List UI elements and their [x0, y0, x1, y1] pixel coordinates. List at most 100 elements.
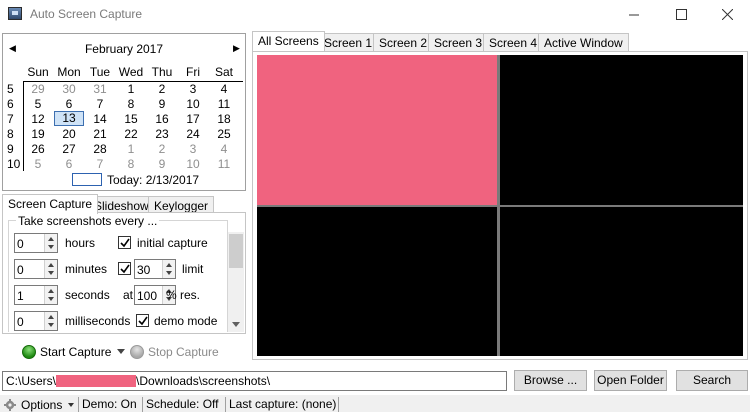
month-calendar[interactable]: ◀ February 2017 ▶ Sun Mon Tue Wed Thu Fr…	[2, 33, 246, 191]
limit-spin-buttons[interactable]	[162, 260, 175, 278]
screen-4-preview[interactable]	[500, 207, 743, 356]
options-scrollbar[interactable]	[228, 232, 244, 332]
limit-stepper[interactable]: 30	[134, 259, 176, 279]
calendar-day[interactable]: 8	[116, 97, 146, 112]
calendar-day[interactable]: 6	[54, 97, 84, 112]
calendar-day[interactable]: 16	[147, 112, 177, 127]
calendar-day[interactable]: 8	[116, 157, 146, 172]
calendar-day[interactable]: 28	[85, 142, 115, 157]
calendar-day[interactable]: 5	[23, 157, 53, 172]
calendar-day[interactable]: 3	[178, 142, 208, 157]
maximize-icon	[675, 9, 687, 20]
calendar-day[interactable]: 2	[147, 82, 177, 97]
calendar-day[interactable]: 10	[178, 97, 208, 112]
spin-down-icon	[48, 323, 54, 327]
calendar-day[interactable]: 1	[116, 82, 146, 97]
calendar-day[interactable]: 1	[116, 142, 146, 157]
day-header: Sun	[27, 65, 49, 79]
calendar-day[interactable]: 26	[23, 142, 53, 157]
next-month-button[interactable]: ▶	[233, 43, 240, 54]
options-menu[interactable]: Options	[21, 398, 62, 412]
chevron-down-icon[interactable]	[117, 349, 125, 354]
calendar-day[interactable]: 14	[85, 112, 115, 127]
scrollbar-thumb[interactable]	[229, 234, 243, 268]
limit-value: 30	[137, 263, 151, 277]
calendar-day[interactable]: 27	[54, 142, 84, 157]
seconds-label: seconds	[65, 288, 110, 302]
calendar-day[interactable]: 2	[147, 142, 177, 157]
calendar-day[interactable]: 4	[209, 142, 239, 157]
calendar-day[interactable]: 20	[54, 127, 84, 142]
interval-group-label: Take screenshots every ...	[16, 214, 160, 228]
limit-checkbox[interactable]	[118, 262, 131, 275]
hours-spin-buttons[interactable]	[44, 234, 57, 252]
chevron-down-icon[interactable]	[68, 403, 74, 407]
initial-capture-checkbox[interactable]	[118, 236, 131, 249]
calendar-day[interactable]: 6	[54, 157, 84, 172]
search-button[interactable]: Search	[676, 370, 748, 391]
screenshots-folder-path: C:\Users\ \Downloads\screenshots\	[6, 374, 270, 388]
title-bar: Auto Screen Capture	[0, 0, 750, 29]
tab-screen-3[interactable]: Screen 3	[428, 33, 489, 51]
screen-1-preview[interactable]	[257, 55, 497, 205]
path-prefix: C:\Users\	[6, 374, 57, 388]
screen-2-preview[interactable]	[500, 55, 743, 205]
status-divider	[338, 397, 339, 412]
minutes-stepper[interactable]: 0	[14, 259, 58, 279]
scroll-down-icon[interactable]	[232, 322, 240, 327]
tab-screen-2[interactable]: Screen 2	[373, 33, 434, 51]
tab-screen-capture[interactable]: Screen Capture	[2, 194, 99, 214]
calendar-day[interactable]: 19	[23, 127, 53, 142]
tab-active-window[interactable]: Active Window	[538, 33, 629, 51]
calendar-day[interactable]: 4	[209, 82, 239, 97]
maximize-button[interactable]	[658, 0, 704, 29]
calendar-day[interactable]: 15	[116, 112, 146, 127]
calendar-day[interactable]: 11	[209, 97, 239, 112]
calendar-day[interactable]: 7	[85, 157, 115, 172]
screen-3-preview[interactable]	[257, 207, 497, 356]
calendar-day[interactable]: 22	[116, 127, 146, 142]
calendar-day[interactable]: 30	[54, 82, 84, 97]
seconds-stepper[interactable]: 1	[14, 285, 58, 305]
open-folder-button[interactable]: Open Folder	[594, 370, 667, 391]
calendar-day[interactable]: 5	[23, 97, 53, 112]
minutes-spin-buttons[interactable]	[44, 260, 57, 278]
calendar-day[interactable]: 12	[23, 112, 53, 127]
calendar-day[interactable]: 24	[178, 127, 208, 142]
day-header: Tue	[89, 65, 111, 79]
calendar-day[interactable]: 17	[178, 112, 208, 127]
calendar-day[interactable]: 29	[23, 82, 53, 97]
calendar-day[interactable]: 7	[85, 97, 115, 112]
start-capture-button[interactable]: Start Capture	[40, 345, 111, 359]
demo-mode-checkbox[interactable]	[136, 314, 149, 327]
tab-screen-1[interactable]: Screen 1	[318, 33, 379, 51]
tab-all-screens[interactable]: All Screens	[252, 31, 325, 51]
calendar-day[interactable]: 31	[85, 82, 115, 97]
calendar-day[interactable]: 11	[209, 157, 239, 172]
milliseconds-stepper[interactable]: 0	[14, 311, 58, 331]
calendar-day[interactable]: 3	[178, 82, 208, 97]
today-link[interactable]: Today: 2/13/2017	[107, 173, 199, 187]
milliseconds-spin-buttons[interactable]	[44, 312, 57, 330]
minimize-icon	[628, 14, 639, 16]
close-button[interactable]	[704, 0, 750, 29]
minimize-button[interactable]	[611, 0, 657, 29]
calendar-day[interactable]: 23	[147, 127, 177, 142]
calendar-day[interactable]: 9	[147, 157, 177, 172]
tab-screen-4[interactable]: Screen 4	[483, 33, 544, 51]
calendar-day[interactable]: 9	[147, 97, 177, 112]
calendar-day-selected[interactable]: 13	[54, 111, 84, 126]
preview-splitter-horizontal[interactable]	[257, 205, 743, 207]
calendar-month-label: February 2017	[84, 42, 164, 56]
stop-capture-icon	[130, 345, 144, 359]
seconds-spin-buttons[interactable]	[44, 286, 57, 304]
check-icon	[120, 264, 130, 274]
calendar-day[interactable]: 25	[209, 127, 239, 142]
calendar-day[interactable]: 18	[209, 112, 239, 127]
start-capture-icon[interactable]	[22, 345, 36, 359]
hours-stepper[interactable]: 0	[14, 233, 58, 253]
calendar-day[interactable]: 21	[85, 127, 115, 142]
calendar-day[interactable]: 10	[178, 157, 208, 172]
spin-down-icon	[166, 271, 172, 275]
browse-button[interactable]: Browse ...	[514, 370, 587, 391]
